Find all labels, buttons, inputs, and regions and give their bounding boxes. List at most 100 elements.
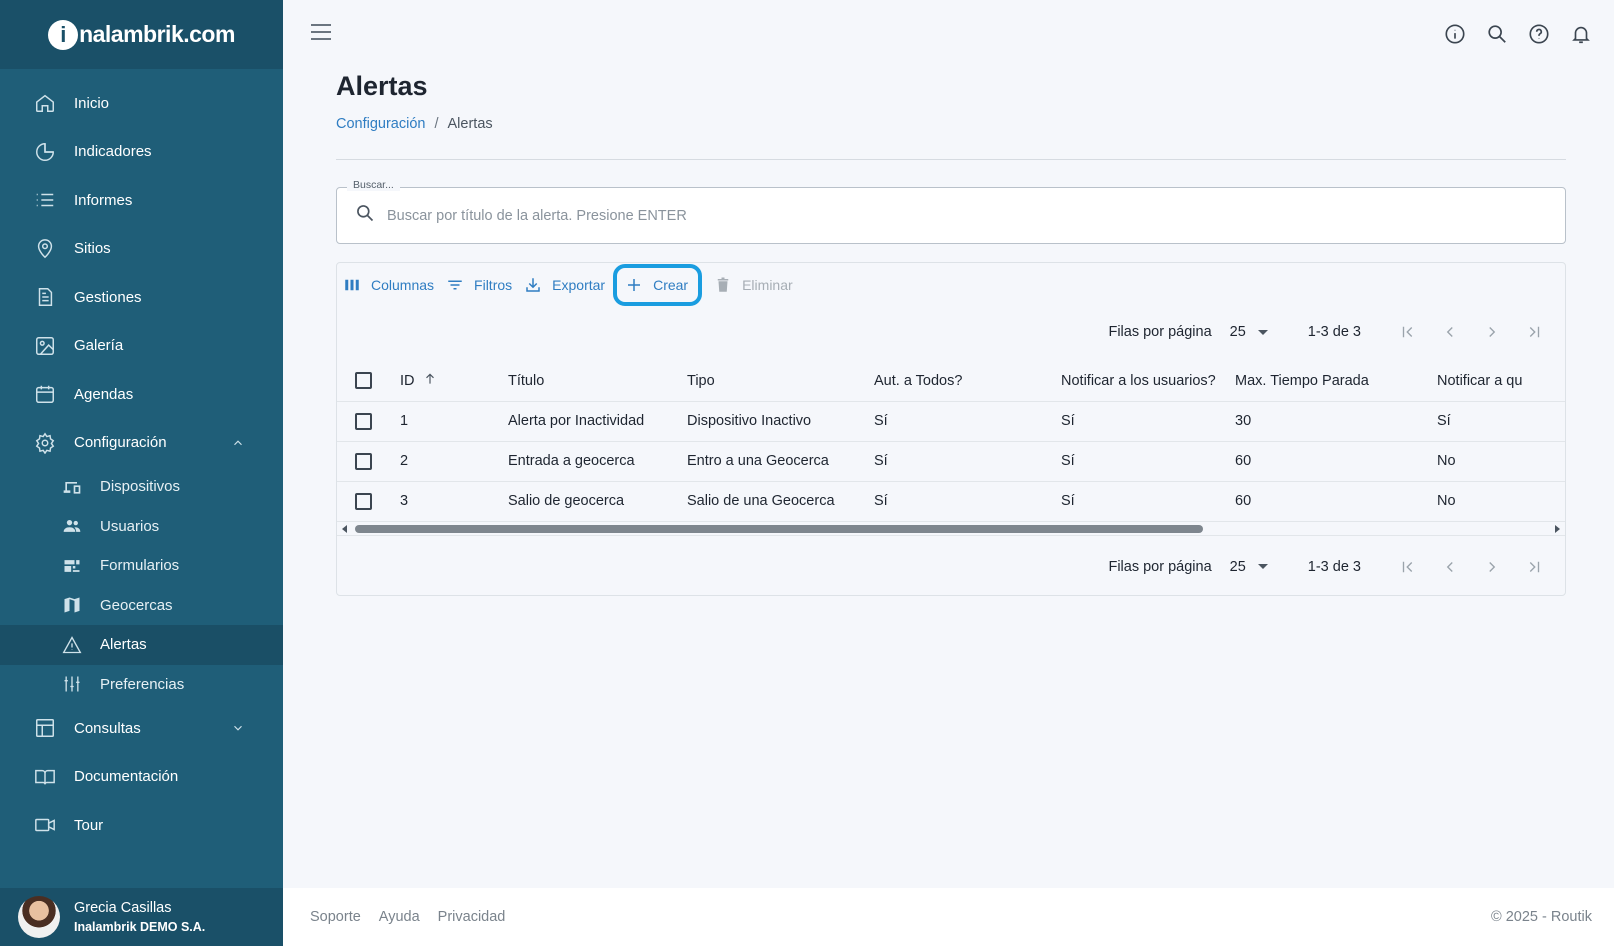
chevron-left-icon <box>1446 327 1453 337</box>
breadcrumb-link-configuracion[interactable]: Configuración <box>336 116 425 132</box>
cell-notificar-a: Sí <box>1437 400 1565 441</box>
hamburger-menu-icon[interactable] <box>311 24 333 44</box>
plus-icon <box>628 279 641 291</box>
last-page-icon <box>1529 561 1540 572</box>
table-row[interactable]: 3 Salio de geocerca Salio de una Geocerc… <box>337 480 1565 521</box>
prev-page-button[interactable] <box>1429 316 1471 348</box>
column-header-id[interactable]: ID <box>400 357 508 401</box>
rows-per-page-select[interactable]: 25 <box>1230 559 1268 575</box>
list-icon <box>34 189 56 211</box>
main-content: Alertas Configuración / Alertas Buscar..… <box>336 69 1566 596</box>
last-page-button[interactable] <box>1513 316 1555 348</box>
sidebar-item-inicio[interactable]: Inicio <box>0 79 283 128</box>
sidebar-item-galeria[interactable]: Galería <box>0 322 283 371</box>
sidebar-item-label: Tour <box>74 816 104 834</box>
filters-button[interactable]: Filtros <box>446 269 512 301</box>
help-icon[interactable] <box>1526 21 1552 47</box>
footer-link-privacidad[interactable]: Privacidad <box>438 909 506 925</box>
first-page-button[interactable] <box>1387 316 1429 348</box>
sidebar-item-label: Preferencias <box>100 675 185 693</box>
search-legend: Buscar... <box>347 179 400 191</box>
gear-icon <box>34 432 56 454</box>
sidebar-subitem-dispositivos[interactable]: Dispositivos <box>0 467 283 507</box>
home-icon <box>34 92 56 114</box>
topbar-actions <box>1426 21 1594 47</box>
sidebar-item-documentacion[interactable]: Documentación <box>0 753 283 802</box>
sidebar-item-gestiones[interactable]: Gestiones <box>0 273 283 322</box>
first-page-button[interactable] <box>1387 551 1429 583</box>
footer-link-soporte[interactable]: Soporte <box>310 909 361 925</box>
arrow-up-icon <box>423 372 437 390</box>
export-button[interactable]: Exportar <box>524 269 605 301</box>
chevron-right-icon <box>1489 327 1496 337</box>
select-all-checkbox[interactable] <box>355 372 372 390</box>
column-header-notificar-a[interactable]: Notificar a qu <box>1437 357 1565 401</box>
columns-button[interactable]: Columnas <box>343 269 434 301</box>
cell-max-tiempo: 30 <box>1235 400 1437 441</box>
sidebar-item-agendas[interactable]: Agendas <box>0 370 283 419</box>
caret-down-icon <box>1257 329 1268 335</box>
horizontal-scrollbar[interactable] <box>337 521 1565 535</box>
trash-icon <box>717 277 729 292</box>
cell-notificar-a: No <box>1437 480 1565 521</box>
sidebar-subitem-geocercas[interactable]: Geocercas <box>0 586 283 626</box>
sidebar-item-informes[interactable]: Informes <box>0 176 283 225</box>
sidebar-item-label: Dispositivos <box>100 478 181 496</box>
row-checkbox[interactable] <box>355 452 372 470</box>
cell-titulo: Entrada a geocerca <box>508 440 687 481</box>
scroll-left-icon[interactable] <box>342 525 347 533</box>
sidebar-item-label: Documentación <box>74 768 179 786</box>
user-profile[interactable]: Grecia Casillas Inalambrik DEMO S.A. <box>0 888 283 946</box>
rows-per-page-label: Filas por página <box>1108 324 1212 340</box>
brand-logo[interactable]: i nalambrik.com <box>48 19 235 50</box>
column-header-notificar-usuarios[interactable]: Notificar a los usuarios? <box>1061 357 1235 401</box>
next-page-button[interactable] <box>1471 316 1513 348</box>
sidebar-item-label: Indicadores <box>74 143 152 161</box>
table-row[interactable]: 2 Entrada a geocerca Entro a una Geocerc… <box>337 440 1565 481</box>
search-input[interactable] <box>387 207 1387 224</box>
scroll-right-icon[interactable] <box>1555 525 1560 533</box>
next-page-button[interactable] <box>1471 551 1513 583</box>
cell-max-tiempo: 60 <box>1235 480 1437 521</box>
create-button[interactable]: Crear <box>613 264 703 306</box>
calendar-icon <box>34 383 56 405</box>
prev-page-button[interactable] <box>1429 551 1471 583</box>
table-row[interactable]: 1 Alerta por Inactividad Dispositivo Ina… <box>337 400 1565 441</box>
filter-icon <box>448 280 462 290</box>
search-icon[interactable] <box>1484 21 1510 47</box>
bell-icon[interactable] <box>1568 21 1594 47</box>
cell-tipo: Entro a una Geocerca <box>687 440 874 481</box>
sidebar-item-label: Geocercas <box>100 596 173 614</box>
sidebar-item-sitios[interactable]: Sitios <box>0 225 283 274</box>
cell-notificar-usuarios: Sí <box>1061 440 1235 481</box>
search-field[interactable]: Buscar... <box>336 179 1566 244</box>
divider <box>336 159 1566 160</box>
first-page-icon <box>1402 326 1413 338</box>
sidebar-subitem-usuarios[interactable]: Usuarios <box>0 507 283 547</box>
delete-button[interactable]: Eliminar <box>714 269 793 301</box>
column-header-titulo[interactable]: Título <box>508 357 687 401</box>
info-icon[interactable] <box>1442 21 1468 47</box>
column-header-aut-todos[interactable]: Aut. a Todos? <box>874 357 1061 401</box>
chevron-down-icon[interactable] <box>231 721 245 735</box>
row-checkbox[interactable] <box>355 412 372 430</box>
columns-label: Columnas <box>371 277 435 293</box>
footer-link-ayuda[interactable]: Ayuda <box>379 909 420 925</box>
sidebar-subitem-alertas[interactable]: Alertas <box>0 625 283 665</box>
row-checkbox[interactable] <box>355 492 372 510</box>
cell-notificar-a: No <box>1437 440 1565 481</box>
cell-aut-todos: Sí <box>874 400 1061 441</box>
column-header-max-tiempo-parada[interactable]: Max. Tiempo Parada <box>1235 357 1437 401</box>
sidebar-item-tour[interactable]: Tour <box>0 801 283 850</box>
chevron-up-icon[interactable] <box>231 436 245 450</box>
sidebar-item-indicadores[interactable]: Indicadores <box>0 128 283 177</box>
rows-per-page-select[interactable]: 25 <box>1230 324 1268 340</box>
sidebar-subitem-preferencias[interactable]: Preferencias <box>0 665 283 705</box>
last-page-button[interactable] <box>1513 551 1555 583</box>
location-pin-icon <box>34 238 56 260</box>
sidebar-subitem-formularios[interactable]: Formularios <box>0 546 283 586</box>
sidebar-item-consultas[interactable]: Consultas <box>0 704 283 753</box>
column-header-tipo[interactable]: Tipo <box>687 357 874 401</box>
sidebar-item-configuracion[interactable]: Configuración <box>0 419 283 468</box>
scrollbar-thumb[interactable] <box>355 525 1203 533</box>
